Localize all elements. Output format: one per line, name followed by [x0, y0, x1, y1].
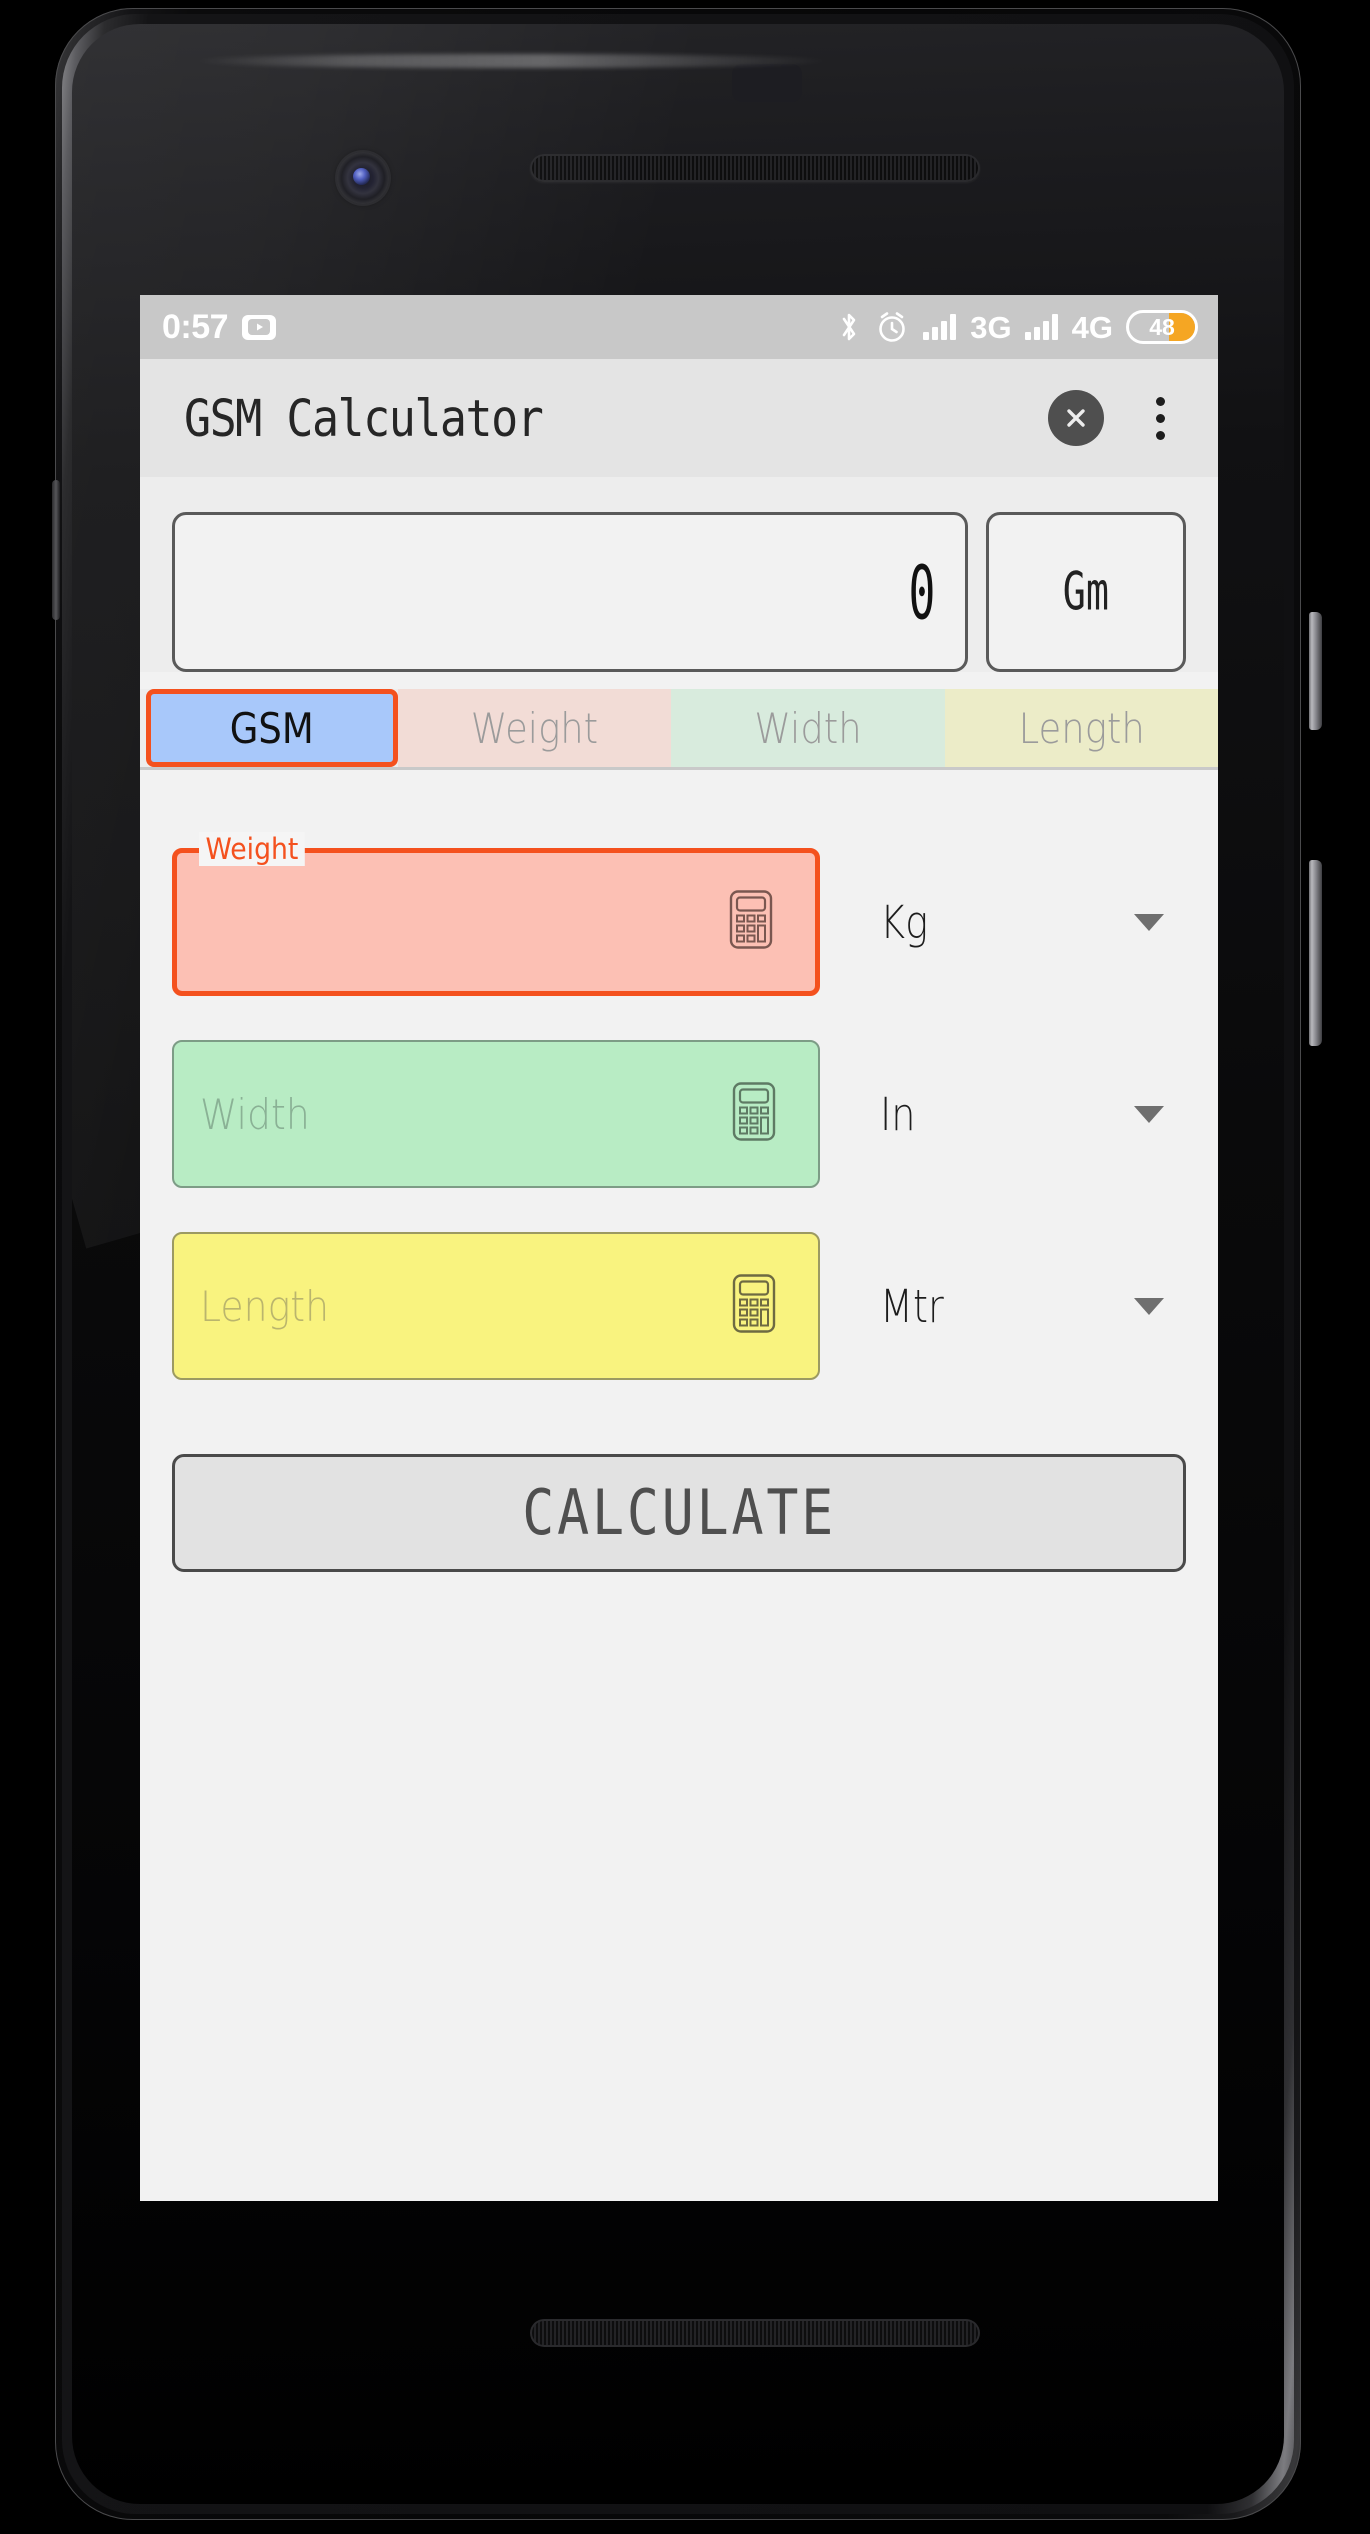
more-vertical-icon [1155, 413, 1165, 423]
status-clock: 0:57 [162, 308, 229, 346]
calculator-icon[interactable] [732, 1082, 776, 1147]
length-unit-select[interactable]: Mtr [880, 1280, 1186, 1333]
result-unit-box[interactable]: Gm [986, 512, 1186, 672]
tab-weight-label: Weight [470, 703, 599, 753]
app-bar: GSM Calculator [140, 359, 1218, 477]
signal-bars-sim2-icon [1024, 314, 1058, 340]
status-icons: 3G 4G 48 [837, 310, 1198, 344]
signal-bars-sim1-icon [923, 314, 957, 340]
youtube-icon [242, 314, 277, 340]
width-unit-select[interactable]: In [880, 1088, 1186, 1141]
tab-width[interactable]: Width [671, 689, 945, 767]
page-title: GSM Calculator [184, 388, 544, 448]
weight-field-row: Weight Kg [140, 832, 1218, 996]
tab-length-label: Length [1018, 703, 1145, 753]
app-bar-actions [1048, 390, 1182, 446]
phone-screen: 0:57 3G 4G 48 GSM Calculator 0 Gm GSM We… [140, 295, 1218, 2201]
more-vertical-icon [1155, 430, 1165, 440]
network-type-sim1: 3G [970, 309, 1012, 345]
earpiece-speaker-icon [530, 154, 980, 182]
battery-level-label: 48 [1149, 313, 1175, 340]
front-camera-icon [337, 152, 389, 204]
weight-float-label: Weight [199, 832, 305, 866]
chevron-down-icon [1134, 913, 1164, 931]
network-type-sim2: 4G [1071, 309, 1113, 345]
tab-weight[interactable]: Weight [398, 689, 672, 767]
result-value: 0 [908, 548, 935, 636]
width-unit-value: In [880, 1087, 916, 1141]
length-input-placeholder: Length [200, 1281, 330, 1331]
weight-input[interactable]: Weight [172, 832, 820, 996]
width-input[interactable]: Width [172, 1040, 820, 1188]
chevron-down-icon [1134, 1297, 1164, 1315]
weight-unit-value: Kg [880, 895, 929, 949]
length-unit-value: Mtr [880, 1279, 944, 1333]
proximity-sensor-icon [732, 64, 802, 102]
calculate-wrap: CALCULATE [140, 1424, 1218, 1572]
calculate-button[interactable]: CALCULATE [172, 1454, 1186, 1572]
battery-icon: 48 [1126, 310, 1198, 344]
chevron-down-icon [1134, 1105, 1164, 1123]
width-input-placeholder: Width [200, 1089, 310, 1139]
close-button[interactable] [1048, 390, 1104, 446]
length-input[interactable]: Length [172, 1232, 820, 1380]
length-field-row: Length Mtr [140, 1232, 1218, 1380]
overflow-menu-button[interactable] [1138, 390, 1182, 446]
calculator-icon[interactable] [729, 890, 773, 955]
result-display[interactable]: 0 [172, 512, 968, 672]
calculator-icon[interactable] [732, 1274, 776, 1339]
bluetooth-icon [837, 310, 861, 344]
status-bar: 0:57 3G 4G 48 [140, 295, 1218, 359]
screenshot-root: 0:57 3G 4G 48 GSM Calculator 0 Gm GSM We… [0, 0, 1370, 2534]
volume-button[interactable] [1309, 860, 1322, 1046]
tab-gsm[interactable]: GSM [146, 689, 398, 767]
close-icon [1067, 409, 1085, 427]
tab-width-label: Width [754, 703, 862, 753]
result-unit-label: Gm [1062, 561, 1110, 623]
bottom-speaker-icon [530, 2319, 980, 2347]
power-button[interactable] [1309, 612, 1322, 730]
tab-gsm-label: GSM [229, 703, 314, 753]
more-vertical-icon [1155, 396, 1165, 406]
weight-unit-select[interactable]: Kg [880, 896, 1186, 949]
calculate-button-label: CALCULATE [522, 1476, 836, 1550]
width-field-row: Width In [140, 1040, 1218, 1188]
result-row: 0 Gm [140, 477, 1218, 672]
sim-tray [52, 480, 60, 620]
mode-tabs: GSM Weight Width Length [140, 689, 1218, 767]
form-area: Weight Kg Width In Length Mtr CALCULATE [140, 770, 1218, 2201]
tab-length[interactable]: Length [944, 689, 1218, 767]
alarm-clock-icon [874, 310, 910, 344]
